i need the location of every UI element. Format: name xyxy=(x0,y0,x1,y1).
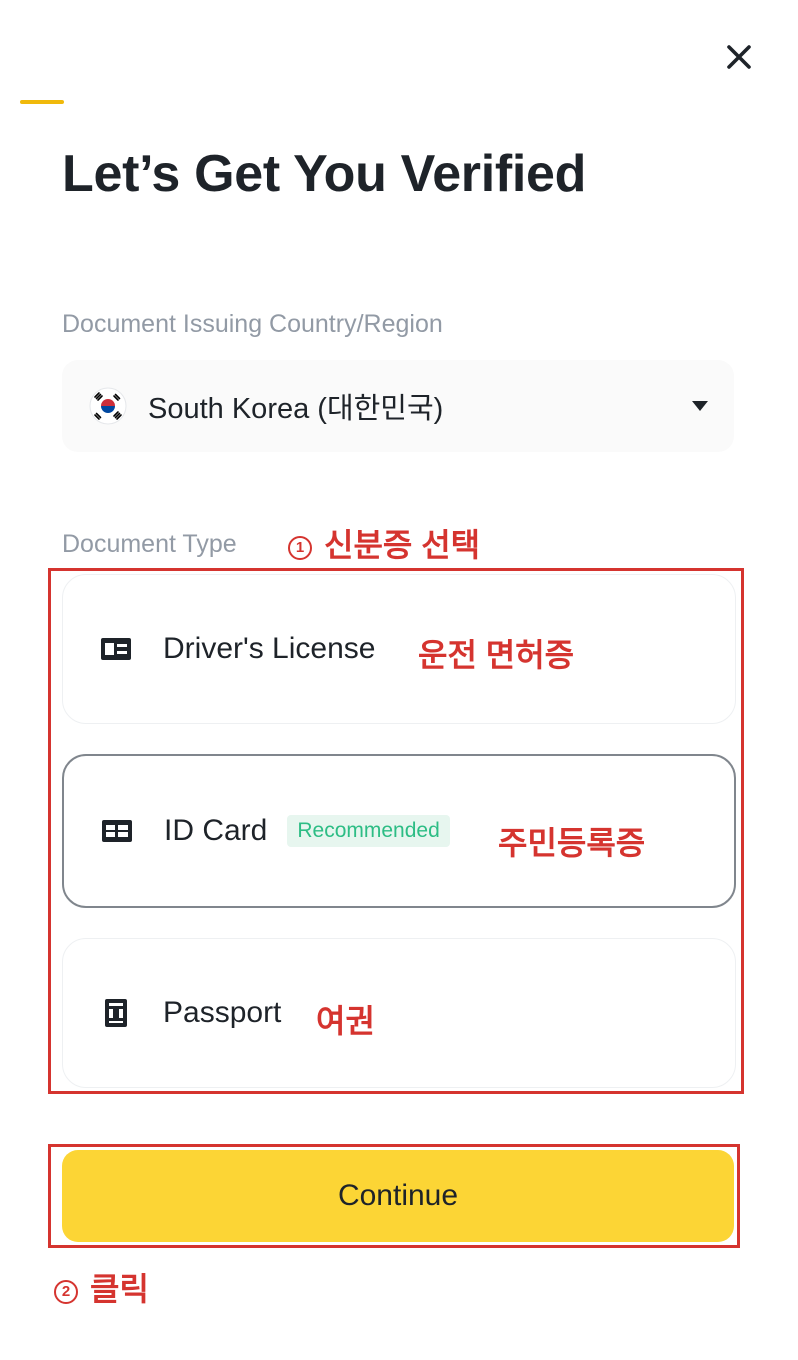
country-select[interactable]: South Korea (대한민국) xyxy=(62,360,734,452)
step1-annotation: 1 신분증 선택 xyxy=(288,520,480,566)
id-card-annotation: 주민등록증 xyxy=(498,825,646,861)
continue-button[interactable]: Continue xyxy=(62,1150,734,1242)
step2-text: 클릭 xyxy=(90,1271,149,1307)
caret-down-icon xyxy=(692,401,708,411)
passport-label: Passport xyxy=(163,996,282,1029)
recommended-badge: Recommended xyxy=(287,815,450,847)
license-card-icon xyxy=(99,632,133,666)
close-icon xyxy=(727,45,751,69)
page-title: Let’s Get You Verified xyxy=(62,145,587,203)
id-card-label: ID Card xyxy=(164,814,268,847)
country-label: Document Issuing Country/Region xyxy=(62,310,443,338)
drivers-license-label: Driver's License xyxy=(163,632,376,665)
document-type-label: Document Type xyxy=(62,530,237,558)
step1-number: 1 xyxy=(288,535,312,560)
step2-annotation: 2 클릭 xyxy=(54,1264,149,1310)
drivers-license-annotation: 운전 면허증 xyxy=(418,637,575,673)
accent-bar xyxy=(20,100,64,104)
document-option-drivers-license[interactable]: Driver's License xyxy=(62,574,736,724)
close-button[interactable] xyxy=(718,36,760,78)
document-option-passport[interactable]: Passport xyxy=(62,938,736,1088)
passport-icon xyxy=(99,996,133,1030)
passport-annotation: 여권 xyxy=(316,1003,375,1039)
step2-number: 2 xyxy=(54,1279,78,1304)
id-card-icon xyxy=(100,814,134,848)
step1-text: 신분증 선택 xyxy=(324,527,481,563)
country-select-value: South Korea (대한민국) xyxy=(148,393,444,425)
south-korea-flag-icon xyxy=(88,386,128,426)
